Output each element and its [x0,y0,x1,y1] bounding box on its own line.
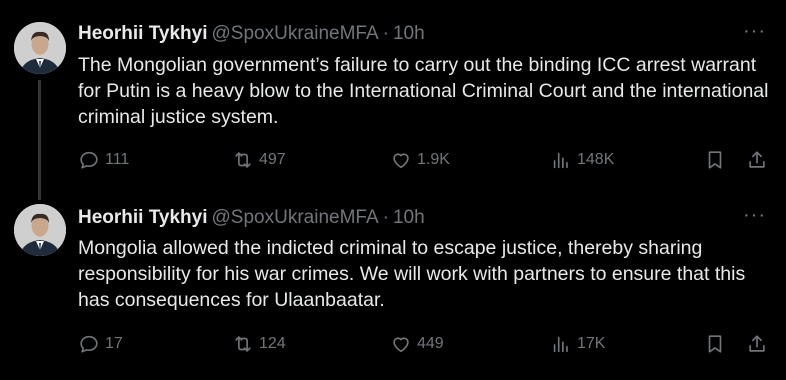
share-button[interactable] [746,332,768,356]
repost-icon [235,336,251,352]
repost-button[interactable]: 497 [232,148,286,172]
separator-dot: · [382,207,389,228]
share-icon [749,335,765,352]
avatar[interactable] [14,204,66,256]
reply-icon [80,151,98,169]
more-options-icon[interactable]: ··· [743,21,766,41]
timestamp[interactable]: 10h [393,207,425,228]
bookmark-icon [708,151,722,169]
like-count: 449 [417,335,444,352]
views-button[interactable]: 17K [550,332,605,356]
tweet-text: The Mongolian government’s failure to ca… [78,54,769,128]
action-bar: 17 124 449 17K [78,332,768,356]
timestamp[interactable]: 10h [393,23,425,44]
tweet-header: Heorhii Tykhyi @SpoxUkraineMFA · 10h [78,22,425,46]
like-count: 1.9K [417,151,450,168]
author-handle[interactable]: @SpoxUkraineMFA [212,207,379,228]
bookmark-button[interactable] [704,148,726,172]
views-icon [553,336,568,353]
reply-button[interactable]: 111 [78,148,129,172]
share-icon [749,151,765,168]
tweet[interactable]: Heorhii Tykhyi @SpoxUkraineMFA · 10h ··· Th… [0,0,786,198]
views-count: 17K [577,335,606,352]
tweet[interactable]: Heorhii Tykhyi @SpoxUkraineMFA · 10h ··· Mo… [0,198,786,380]
repost-button[interactable]: 124 [232,332,286,356]
tweet-text: Mongolia allowed the indicted criminal t… [78,237,746,311]
like-icon [393,153,409,169]
like-button[interactable]: 1.9K [390,148,450,172]
repost-count: 124 [259,335,286,352]
bookmark-icon [708,335,722,353]
avatar[interactable] [14,22,66,74]
tweet-header: Heorhii Tykhyi @SpoxUkraineMFA · 10h [78,206,425,230]
author-name[interactable]: Heorhii Tykhyi [78,207,208,228]
reply-icon [80,335,98,353]
reply-count: 17 [105,335,123,352]
action-bar: 111 497 1.9K 148K [78,148,768,172]
author-handle[interactable]: @SpoxUkraineMFA [212,23,379,44]
like-button[interactable]: 449 [390,332,444,356]
share-button[interactable] [746,148,768,172]
repost-icon [235,152,251,168]
reply-count: 111 [105,151,130,168]
views-count: 148K [577,151,615,168]
views-icon [553,152,568,169]
repost-count: 497 [259,151,286,168]
more-options-icon[interactable]: ··· [743,205,766,225]
author-name[interactable]: Heorhii Tykhyi [78,23,208,44]
bookmark-button[interactable] [704,332,726,356]
like-icon [393,337,409,353]
separator-dot: · [382,23,389,44]
reply-button[interactable]: 17 [78,332,123,356]
views-button[interactable]: 148K [550,148,614,172]
